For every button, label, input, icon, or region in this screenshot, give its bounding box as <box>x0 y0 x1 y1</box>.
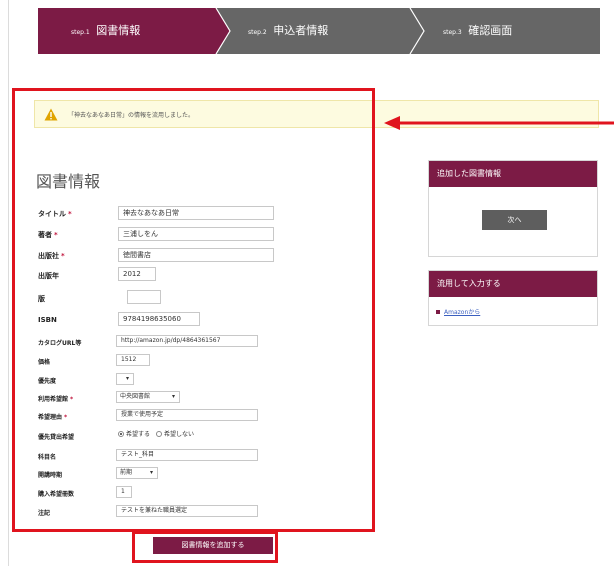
step-label: 図書情報 <box>96 24 141 37</box>
step-progress-bar: step.1 図書情報 step.2 申込者情報 step.3 確認画面 <box>38 8 600 54</box>
reuse-panel-title: 流用して入力する <box>429 271 597 297</box>
step-2: step.2 申込者情報 <box>248 21 328 41</box>
step-label: 申込者情報 <box>273 24 329 37</box>
annotation-box-add-button <box>132 531 278 563</box>
added-books-panel-title: 追加した図書情報 <box>429 161 597 187</box>
step-label: 確認画面 <box>468 24 513 37</box>
step-number: step.1 <box>71 29 90 36</box>
annotation-arrow-icon <box>384 116 614 130</box>
step-3: step.3 確認画面 <box>443 21 512 41</box>
annotation-box-form <box>12 88 375 532</box>
square-bullet-icon <box>436 309 440 314</box>
added-books-panel: 追加した図書情報 次へ <box>428 160 598 257</box>
step-number: step.2 <box>248 29 267 36</box>
next-button[interactable]: 次へ <box>482 210 547 230</box>
reuse-panel: 流用して入力する Amazonから <box>428 270 598 326</box>
step-number: step.3 <box>443 29 462 36</box>
amazon-link-row: Amazonから <box>436 307 480 316</box>
amazon-link[interactable]: Amazonから <box>444 309 480 316</box>
step-1: step.1 図書情報 <box>71 21 140 41</box>
